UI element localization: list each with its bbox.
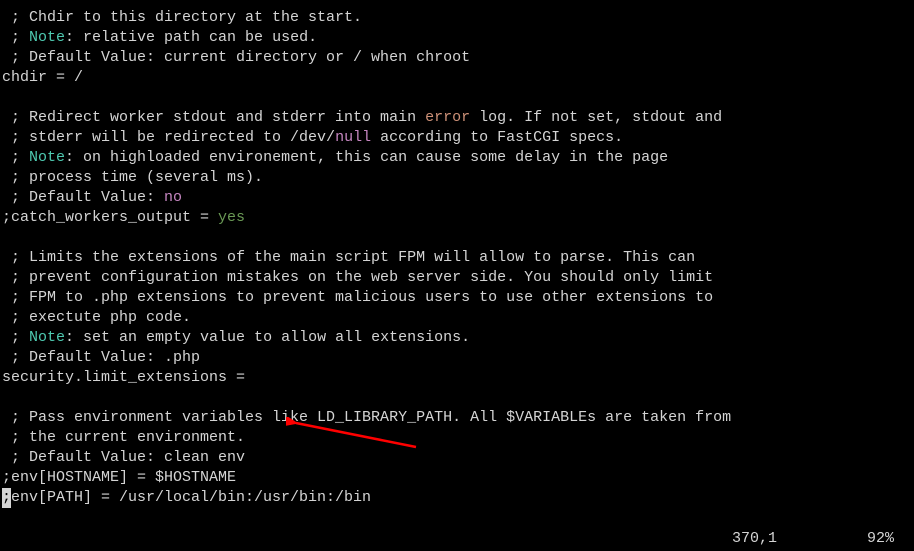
comment-text: : on highloaded environement, this can c… [65, 149, 668, 166]
comment-text: ; Chdir to this directory at the start. [2, 9, 362, 26]
yes-keyword: yes [218, 209, 245, 226]
comment-text: log. If not set, stdout and [470, 109, 722, 126]
code-line: ; Limits the extensions of the main scri… [2, 248, 914, 268]
code-line: ; exectute php code. [2, 308, 914, 328]
code-line: ; Default Value: clean env [2, 448, 914, 468]
config-directive: chdir = / [2, 69, 83, 86]
null-keyword: null [335, 129, 371, 146]
note-keyword: Note [29, 149, 65, 166]
comment-text: ; FPM to .php extensions to prevent mali… [2, 289, 713, 306]
code-line: ; Note: on highloaded environement, this… [2, 148, 914, 168]
code-line: ;catch_workers_output = yes [2, 208, 914, 228]
config-directive: ;env[HOSTNAME] = $HOSTNAME [2, 469, 236, 486]
code-line [2, 88, 914, 108]
no-keyword: no [164, 189, 182, 206]
comment-prefix: ; [2, 29, 29, 46]
code-line: ;env[PATH] = /usr/local/bin:/usr/bin:/bi… [2, 488, 914, 508]
comment-text: ; process time (several ms). [2, 169, 263, 186]
code-line: ; Default Value: no [2, 188, 914, 208]
cursor-position: 370,1 [732, 529, 777, 549]
comment-text: according to FastCGI specs. [371, 129, 623, 146]
comment-text: ; exectute php code. [2, 309, 191, 326]
comment-prefix: ; [2, 329, 29, 346]
note-keyword: Note [29, 329, 65, 346]
scroll-percent: 92% [867, 529, 894, 549]
code-line: ; Note: set an empty value to allow all … [2, 328, 914, 348]
code-line: security.limit_extensions = [2, 368, 914, 388]
code-line: ; Default Value: current directory or / … [2, 48, 914, 68]
comment-text: : set an empty value to allow all extens… [65, 329, 470, 346]
comment-text: ; Default Value: current directory or / … [2, 49, 470, 66]
comment-text: ; Default Value: clean env [2, 449, 245, 466]
comment-text: ; the current environment. [2, 429, 245, 446]
code-line: ; Redirect worker stdout and stderr into… [2, 108, 914, 128]
note-keyword: Note [29, 29, 65, 46]
code-line: ; prevent configuration mistakes on the … [2, 268, 914, 288]
code-line: ; Default Value: .php [2, 348, 914, 368]
status-bar: 370,1 92% [0, 529, 914, 549]
code-line: ; the current environment. [2, 428, 914, 448]
comment-text: ; Redirect worker stdout and stderr into… [2, 109, 425, 126]
comment-text: ; Default Value: [2, 189, 164, 206]
comment-text: ; Limits the extensions of the main scri… [2, 249, 695, 266]
code-line: ; stderr will be redirected to /dev/null… [2, 128, 914, 148]
code-line [2, 228, 914, 248]
code-line: ; Note: relative path can be used. [2, 28, 914, 48]
comment-text: ; Pass environment variables like LD_LIB… [2, 409, 731, 426]
code-line: ;env[HOSTNAME] = $HOSTNAME [2, 468, 914, 488]
comment-text: ; Default Value: .php [2, 349, 200, 366]
code-line: chdir = / [2, 68, 914, 88]
cursor: ; [2, 488, 11, 508]
code-line: ; Chdir to this directory at the start. [2, 8, 914, 28]
comment-text: ; stderr will be redirected to /dev/ [2, 129, 335, 146]
error-keyword: error [425, 109, 470, 126]
comment-text: ; prevent configuration mistakes on the … [2, 269, 713, 286]
comment-prefix: ; [2, 149, 29, 166]
config-directive: security.limit_extensions = [2, 369, 245, 386]
comment-text: : relative path can be used. [65, 29, 317, 46]
code-line: ; FPM to .php extensions to prevent mali… [2, 288, 914, 308]
code-line: ; Pass environment variables like LD_LIB… [2, 408, 914, 428]
config-directive: env[PATH] = /usr/local/bin:/usr/bin:/bin [11, 489, 371, 506]
code-line: ; process time (several ms). [2, 168, 914, 188]
config-directive: ;catch_workers_output = [2, 209, 218, 226]
code-line [2, 388, 914, 408]
